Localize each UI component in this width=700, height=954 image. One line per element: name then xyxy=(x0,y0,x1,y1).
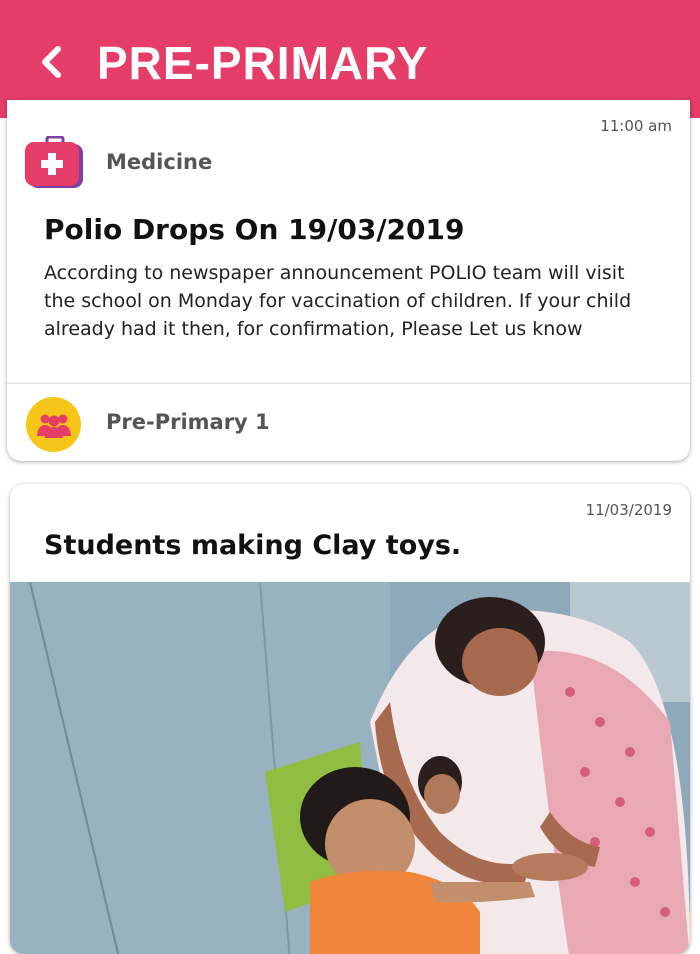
chevron-left-icon xyxy=(42,46,61,78)
photo-image xyxy=(10,582,690,954)
post-photo[interactable] xyxy=(10,582,690,954)
post-body: According to newspaper announcement POLI… xyxy=(44,262,632,340)
page-title: PRE-PRIMARY xyxy=(97,37,429,89)
group-label: Pre-Primary 1 xyxy=(106,410,270,434)
notice-card[interactable]: 11:00 am Medicine Polio Drops On 19/03/2… xyxy=(7,100,690,461)
post-time: 11:00 am xyxy=(600,117,672,135)
divider xyxy=(7,383,690,384)
post-title: Polio Drops On 19/03/2019 xyxy=(44,213,465,246)
category-label: Medicine xyxy=(106,150,213,174)
medicine-kit-icon xyxy=(25,136,83,188)
group-people-icon xyxy=(36,414,71,438)
post-date: 11/03/2019 xyxy=(585,501,672,519)
photo-post-card[interactable]: 11/03/2019 Students making Clay toys. xyxy=(10,484,690,954)
post-title: Students making Clay toys. xyxy=(44,530,462,561)
back-button[interactable] xyxy=(34,42,68,82)
group-avatar xyxy=(26,397,81,452)
